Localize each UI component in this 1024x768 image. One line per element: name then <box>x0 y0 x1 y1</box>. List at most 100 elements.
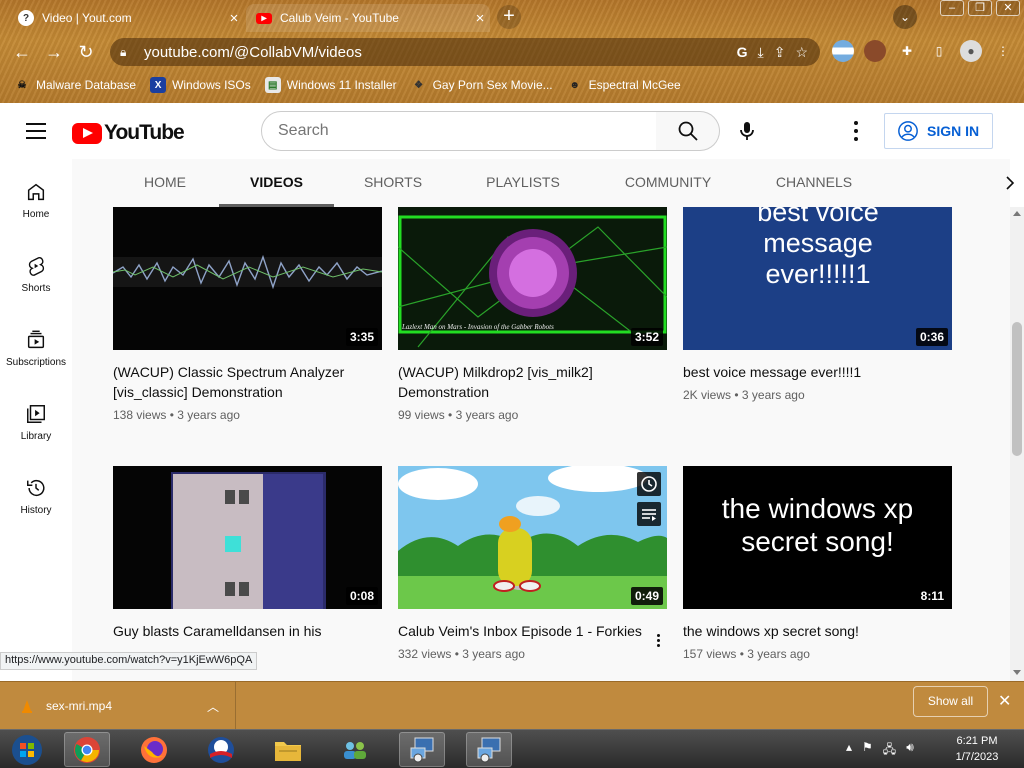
video-action-menu-icon[interactable] <box>651 632 665 652</box>
browser-tab-1[interactable]: ? Video | Yout.com × <box>8 4 244 32</box>
video-title[interactable]: best voice message ever!!!!1 <box>683 362 952 382</box>
bookmark-star-icon[interactable]: ☆ <box>795 44 808 61</box>
tab-community[interactable]: COMMUNITY <box>612 159 724 207</box>
channel-tabs: HOME VIDEOS SHORTS PLAYLISTS COMMUNITY C… <box>72 159 1015 207</box>
share-icon[interactable]: ⇪ <box>774 44 786 61</box>
browser-menu-icon[interactable]: ⋮ <box>992 40 1014 62</box>
video-title[interactable]: Calub Veim's Inbox Episode 1 - Forkies <box>398 621 667 641</box>
video-title[interactable]: (WACUP) Classic Spectrum Analyzer [vis_c… <box>113 362 382 402</box>
guide-item-library[interactable]: Library <box>0 403 72 442</box>
bookmark-espectral-mcgee[interactable]: ☻ Espectral McGee <box>567 77 680 93</box>
guide-item-subscriptions[interactable]: Subscriptions <box>0 329 72 368</box>
video-card[interactable]: 0:49 Calub Veim's Inbox Episode 1 - Fork… <box>398 466 667 661</box>
restore-icon[interactable]: ❐ <box>968 0 992 16</box>
video-card[interactable]: the windows xp secret song! 8:11 the win… <box>683 466 952 661</box>
guide-item-home[interactable]: Home <box>0 181 72 220</box>
add-to-queue-icon[interactable] <box>637 502 661 526</box>
video-card[interactable]: Lazlext Man on Mars - Invasion of the Ga… <box>398 207 667 422</box>
bookmark-windows-11-installer[interactable]: ▤ Windows 11 Installer <box>264 77 397 93</box>
google-icon[interactable]: G <box>737 44 748 61</box>
guide-item-history[interactable]: History <box>0 477 72 516</box>
video-title[interactable]: the windows xp secret song! <box>683 621 952 641</box>
taskbar-firefox[interactable] <box>131 732 177 767</box>
milkdrop-visual-image: Lazlext Man on Mars - Invasion of the Ga… <box>398 207 667 350</box>
tab-videos[interactable]: VIDEOS <box>219 159 334 207</box>
tab-close-icon[interactable]: × <box>224 10 244 27</box>
profile-icon[interactable]: ● <box>960 40 982 62</box>
watch-later-icon[interactable] <box>637 472 661 496</box>
search-input[interactable] <box>261 111 657 151</box>
view-count: 138 views <box>113 408 167 422</box>
bookmark-gay-porn-sex-movie[interactable]: ❖ Gay Porn Sex Movie... <box>411 77 553 93</box>
video-thumbnail[interactable]: Lazlext Man on Mars - Invasion of the Ga… <box>398 207 667 350</box>
browser-tab-2[interactable]: ▸ Calub Veim - YouTube × <box>246 4 490 32</box>
tab-channels[interactable]: CHANNELS <box>764 159 864 207</box>
video-card[interactable]: best voice message ever!!!!!1 0:36 best … <box>683 207 952 402</box>
hamburger-menu-icon[interactable] <box>26 123 46 139</box>
tray-overflow-icon[interactable]: ▴ <box>846 740 852 761</box>
install-icon[interactable]: ⤓ <box>758 44 764 61</box>
video-thumbnail[interactable]: 0:49 <box>398 466 667 609</box>
yout-favicon-icon: ? <box>18 10 34 26</box>
tab-home[interactable]: HOME <box>132 159 198 207</box>
scrollbar-thumb[interactable] <box>1012 322 1022 456</box>
close-download-bar-icon[interactable]: ✕ <box>998 691 1011 711</box>
forward-arrow-icon[interactable]: → <box>42 40 66 64</box>
vlc-cone-icon <box>22 700 32 713</box>
search-button[interactable] <box>656 111 720 151</box>
clock-date: 1/7/2023 <box>955 751 999 763</box>
taskbar-chrome[interactable] <box>64 732 110 767</box>
video-thumbnail[interactable]: 0:08 <box>113 466 382 609</box>
tab-shorts[interactable]: SHORTS <box>352 159 434 207</box>
page-scrollbar[interactable] <box>1010 207 1024 681</box>
chevron-right-icon[interactable] <box>1002 175 1018 191</box>
tab-close-icon[interactable]: × <box>470 10 490 27</box>
settings-kebab-icon[interactable] <box>846 117 866 145</box>
clock-time: 6:21 PM <box>956 735 998 747</box>
minimize-icon[interactable]: – <box>940 0 964 16</box>
bookmarks-bar: ☠ Malware Database X Windows ISOs ▤ Wind… <box>0 72 1024 98</box>
close-window-icon[interactable]: ✕ <box>996 0 1020 16</box>
reload-icon[interactable]: ↻ <box>74 40 98 64</box>
show-all-downloads-button[interactable]: Show all <box>913 686 988 717</box>
youtube-logo[interactable]: YouTube <box>72 121 185 145</box>
video-title[interactable]: (WACUP) Milkdrop2 [vis_milk2] Demonstrat… <box>398 362 667 402</box>
start-button[interactable] <box>4 732 50 767</box>
video-card[interactable]: 3:35 (WACUP) Classic Spectrum Analyzer [… <box>113 207 382 422</box>
volume-icon[interactable]: 🔊︎ <box>906 740 914 761</box>
video-meta: 157 views • 3 years ago <box>683 647 810 661</box>
bookmark-malware-database[interactable]: ☠ Malware Database <box>14 77 137 93</box>
video-thumbnail[interactable]: the windows xp secret song! 8:11 <box>683 466 952 609</box>
taskbar-remote-app-2[interactable] <box>466 732 512 767</box>
action-center-flag-icon[interactable]: ⚑ <box>862 740 873 761</box>
sign-in-button[interactable]: SIGN IN <box>884 113 993 149</box>
avatar-extension-icon[interactable] <box>864 40 886 62</box>
video-meta: 99 views • 3 years ago <box>398 408 519 422</box>
download-item[interactable]: sex-mri.mp4 ︿ <box>0 682 236 730</box>
new-tab-button[interactable]: + <box>497 5 521 29</box>
video-title[interactable]: Guy blasts Caramelldansen in his <box>113 621 382 641</box>
guide-item-shorts[interactable]: Shorts <box>0 255 72 294</box>
voice-search-button[interactable] <box>728 112 766 150</box>
video-thumbnail[interactable]: best voice message ever!!!!!1 0:36 <box>683 207 952 350</box>
taskbar-remote-app-1[interactable] <box>399 732 445 767</box>
taskbar-network-app[interactable] <box>332 732 378 767</box>
scroll-up-icon[interactable] <box>1013 211 1021 216</box>
tab-playlists[interactable]: PLAYLISTS <box>474 159 572 207</box>
bookmark-windows-isos[interactable]: X Windows ISOs <box>150 77 251 93</box>
flag-extension-icon[interactable] <box>832 40 854 62</box>
video-card[interactable]: 0:08 Guy blasts Caramelldansen in his <box>113 466 382 641</box>
video-thumbnail[interactable]: 3:35 <box>113 207 382 350</box>
network-people-icon <box>344 741 366 759</box>
puzzle-extensions-icon[interactable]: ✚ <box>896 40 918 62</box>
address-bar[interactable]: 🔒︎ youtube.com/@CollabVM/videos G ⤓ ⇪ ☆ <box>110 38 820 66</box>
taskbar-file-explorer[interactable] <box>265 732 311 767</box>
taskbar-obama-app[interactable] <box>198 732 244 767</box>
chevron-up-icon[interactable]: ︿ <box>207 698 219 715</box>
tab-search-button[interactable]: ⌄ <box>893 5 917 29</box>
network-status-icon[interactable]: 🖧︎ <box>883 740 896 761</box>
taskbar-clock[interactable]: 6:21 PM 1/7/2023 <box>944 733 1010 765</box>
scroll-down-icon[interactable] <box>1013 670 1021 675</box>
back-arrow-icon[interactable]: ← <box>10 40 34 64</box>
side-panel-icon[interactable]: ▯ <box>928 40 950 62</box>
